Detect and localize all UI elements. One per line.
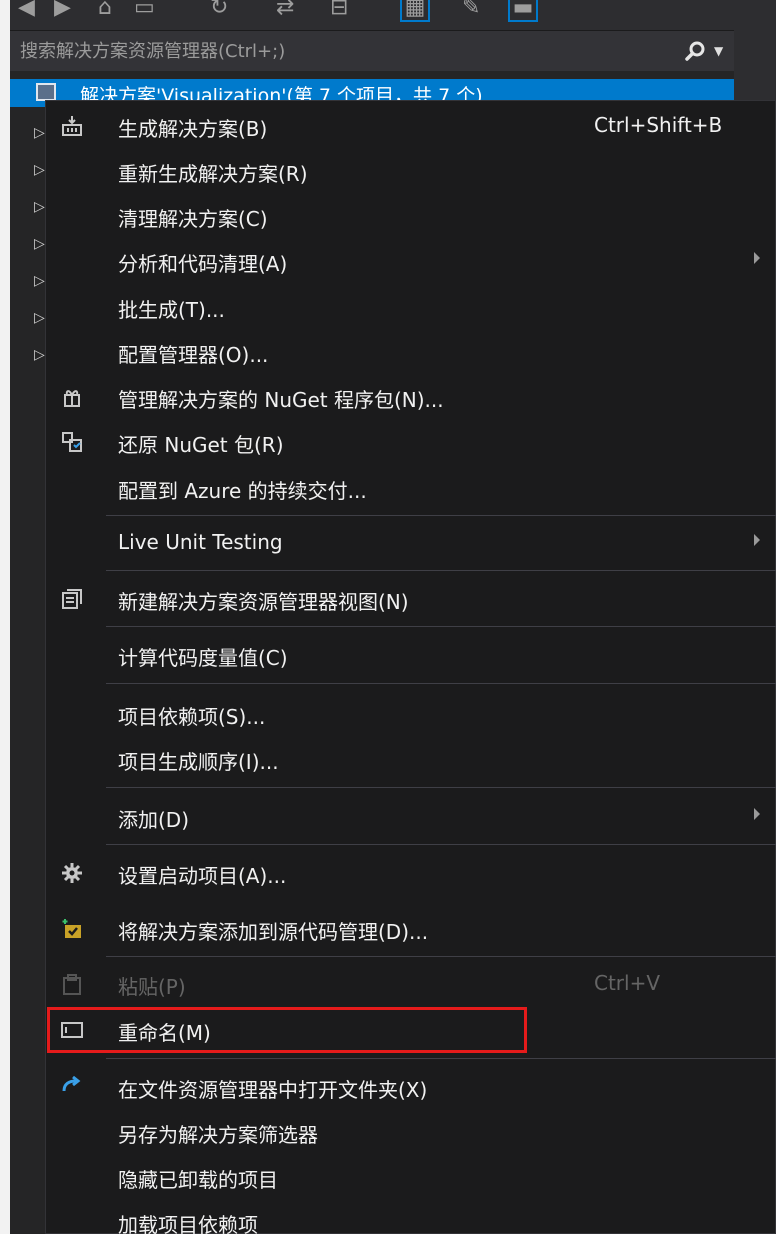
rename-highlight-box: [47, 1007, 527, 1053]
frame-strip: [734, 0, 776, 100]
new-view-icon: [58, 585, 86, 613]
menu-label: 重新生成解决方案(R): [118, 162, 308, 186]
menu-item-paste: 粘贴(P) Ctrl+V: [46, 962, 776, 1006]
submenu-arrow-icon: [754, 808, 760, 820]
menu-item-build[interactable]: 生成解决方案(B) Ctrl+Shift+B: [46, 104, 776, 148]
solution-icon: [36, 83, 56, 101]
collapse-icon[interactable]: ⊟: [330, 0, 348, 20]
menu-label: 配置到 Azure 的持续交付...: [118, 479, 367, 503]
menu-item-open-folder[interactable]: 在文件资源管理器中打开文件夹(X): [46, 1065, 776, 1109]
context-menu: 生成解决方案(B) Ctrl+Shift+B 重新生成解决方案(R) 清理解决方…: [45, 100, 776, 1234]
menu-label: 还原 NuGet 包(R): [118, 433, 284, 457]
menu-item-build-order[interactable]: 项目生成顺序(I)...: [46, 737, 776, 781]
menu-separator: [106, 956, 776, 957]
visual-studio-window: ◀ ▶ ⌂ ▭ ↻ ⇄ ⊟ ▦ ✎ ▬ ▼ 解决方案'Visualization…: [0, 0, 776, 1234]
menu-label: 生成解决方案(B): [118, 117, 268, 141]
search-icon[interactable]: [684, 39, 708, 63]
expand-arrow-icon[interactable]: ▷: [34, 310, 45, 326]
menu-label: 隐藏已卸载的项目: [118, 1168, 278, 1192]
build-icon: [58, 112, 86, 140]
menu-label: 在文件资源管理器中打开文件夹(X): [118, 1078, 428, 1102]
gear-icon: [58, 859, 86, 887]
solution-explorer-toolbar: ◀ ▶ ⌂ ▭ ↻ ⇄ ⊟ ▦ ✎ ▬: [10, 0, 734, 30]
menu-label: 分析和代码清理(A): [118, 252, 288, 276]
menu-label: 新建解决方案资源管理器视图(N): [118, 590, 409, 614]
page-edge: [0, 0, 10, 1234]
expand-arrow-icon[interactable]: ▷: [34, 199, 45, 215]
source-control-icon: [58, 915, 86, 943]
show-all-files-icon[interactable]: ▦: [400, 0, 430, 22]
menu-label: 项目生成顺序(I)...: [118, 750, 279, 774]
sync-icon[interactable]: ⇄: [276, 0, 294, 20]
expand-arrow-icon[interactable]: ▷: [34, 347, 45, 363]
menu-label: 添加(D): [118, 808, 190, 832]
switch-views-icon[interactable]: ▭: [134, 0, 155, 20]
menu-separator: [106, 844, 776, 845]
menu-item-startup-projects[interactable]: 设置启动项目(A)...: [46, 851, 776, 895]
submenu-arrow-icon: [754, 534, 760, 546]
menu-label: 加载项目依赖项: [118, 1213, 258, 1234]
expand-arrow-icon[interactable]: ▷: [34, 236, 45, 252]
menu-label: 配置管理器(O)...: [118, 343, 269, 367]
home-icon[interactable]: ⌂: [98, 0, 112, 20]
menu-label: 粘贴(P): [118, 975, 186, 999]
menu-label: 设置启动项目(A)...: [118, 864, 287, 888]
menu-item-restore-nuget[interactable]: 还原 NuGet 包(R): [46, 420, 776, 464]
submenu-arrow-icon: [754, 252, 760, 264]
expand-arrow-icon[interactable]: ▷: [34, 273, 45, 289]
restore-package-icon: [58, 428, 86, 456]
expand-arrow-icon[interactable]: ▷: [34, 125, 45, 141]
menu-label: Live Unit Testing: [118, 530, 283, 554]
menu-separator: [106, 787, 776, 788]
menu-label: 将解决方案添加到源代码管理(D)...: [118, 920, 429, 944]
menu-label: 计算代码度量值(C): [118, 646, 288, 670]
menu-separator: [106, 1058, 776, 1059]
forward-icon[interactable]: ▶: [54, 0, 71, 20]
menu-item-new-explorer-view[interactable]: 新建解决方案资源管理器视图(N): [46, 577, 776, 621]
menu-separator: [106, 570, 776, 571]
search-input[interactable]: [20, 31, 660, 71]
expand-arrow-icon[interactable]: ▷: [34, 162, 45, 178]
menu-item-hide-unloaded[interactable]: 隐藏已卸载的项目: [46, 1155, 776, 1199]
clipboard-icon: [58, 970, 86, 998]
menu-separator: [106, 515, 776, 516]
history-icon[interactable]: ↻: [210, 0, 228, 20]
menu-item-azure-delivery[interactable]: 配置到 Azure 的持续交付...: [46, 466, 776, 510]
menu-label: 批生成(T)...: [118, 298, 225, 322]
nuget-package-icon: [58, 383, 86, 411]
menu-item-save-filter[interactable]: 另存为解决方案筛选器: [46, 1110, 776, 1154]
menu-item-add[interactable]: 添加(D): [46, 795, 776, 839]
menu-label: 另存为解决方案筛选器: [118, 1123, 318, 1147]
menu-item-analyze[interactable]: 分析和代码清理(A): [46, 239, 776, 283]
menu-item-project-dependencies[interactable]: 项目依赖项(S)...: [46, 692, 776, 736]
preview-icon[interactable]: ▬: [508, 0, 538, 22]
menu-separator: [106, 626, 776, 627]
menu-shortcut: Ctrl+V: [594, 971, 661, 995]
menu-label: 管理解决方案的 NuGet 程序包(N)...: [118, 388, 444, 412]
menu-separator: [106, 683, 776, 684]
open-folder-icon: [58, 1073, 86, 1101]
chevron-down-icon[interactable]: ▼: [714, 44, 723, 58]
menu-item-rebuild[interactable]: 重新生成解决方案(R): [46, 149, 776, 193]
menu-item-live-unit-testing[interactable]: Live Unit Testing: [46, 521, 776, 565]
menu-item-add-source-control[interactable]: 将解决方案添加到源代码管理(D)...: [46, 907, 776, 951]
search-bar: ▼: [10, 31, 734, 71]
back-icon[interactable]: ◀: [18, 0, 35, 20]
menu-item-manage-nuget[interactable]: 管理解决方案的 NuGet 程序包(N)...: [46, 375, 776, 419]
menu-item-batch-build[interactable]: 批生成(T)...: [46, 285, 776, 329]
menu-item-clean[interactable]: 清理解决方案(C): [46, 194, 776, 238]
menu-shortcut: Ctrl+Shift+B: [594, 113, 723, 137]
menu-item-configuration-manager[interactable]: 配置管理器(O)...: [46, 330, 776, 374]
menu-label: 清理解决方案(C): [118, 207, 268, 231]
menu-item-load-dependencies[interactable]: 加载项目依赖项: [46, 1200, 776, 1234]
menu-label: 项目依赖项(S)...: [118, 705, 266, 729]
properties-icon[interactable]: ✎: [462, 0, 480, 20]
menu-item-code-metrics[interactable]: 计算代码度量值(C): [46, 633, 776, 677]
